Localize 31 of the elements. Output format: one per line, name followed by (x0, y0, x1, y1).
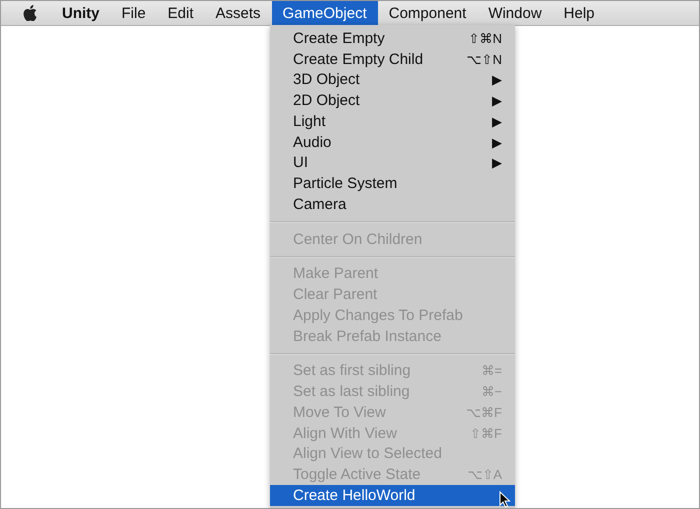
shortcut-label: ⌘− (481, 384, 502, 400)
shortcut-label: ⇧⌘F (470, 426, 502, 441)
menu-title[interactable]: Window (477, 1, 553, 25)
menu-item[interactable]: 2D Object ▶ (270, 90, 515, 111)
menu-item[interactable]: 3D Object ▶ (270, 70, 515, 90)
shortcut-label: ▶ (492, 134, 502, 150)
shortcut-label: ▶ (492, 93, 502, 108)
menu-item[interactable]: UI ▶ (270, 152, 515, 174)
menu-title[interactable]: Assets (204, 1, 272, 25)
menu-title[interactable]: Help (552, 1, 606, 25)
shortcut-label: ⌘= (481, 363, 502, 378)
shortcut-label: ⌥⇧A (467, 467, 502, 482)
menu-item[interactable]: Particle System (270, 173, 515, 194)
shortcut-label: ⌥⇧N (466, 52, 502, 67)
shortcut-label: ▶ (492, 155, 502, 170)
shortcut-label: ▶ (492, 114, 502, 129)
apple-icon[interactable] (23, 5, 37, 21)
menu-item[interactable]: Create Empty ⇧⌘N (270, 28, 515, 49)
menu-item[interactable]: Create Empty Child ⌥⇧N (270, 48, 515, 70)
shortcut-label: ⇧⌘N (468, 30, 502, 46)
menu-item[interactable]: Create HelloWorld (270, 485, 515, 506)
menu-title[interactable]: Component (378, 1, 478, 25)
menu-title[interactable]: Edit (156, 1, 205, 25)
menu-title[interactable]: File (110, 1, 157, 25)
app-menu[interactable]: Unity (51, 1, 110, 25)
menu-item[interactable]: Camera (270, 194, 515, 215)
shortcut-label: ⌥⌘F (466, 404, 502, 420)
menu-title[interactable]: GameObject (272, 1, 378, 25)
menu-item[interactable]: Audio ▶ (270, 132, 515, 152)
shortcut-label: ▶ (492, 72, 502, 88)
menu-item[interactable]: Light ▶ (270, 111, 515, 132)
